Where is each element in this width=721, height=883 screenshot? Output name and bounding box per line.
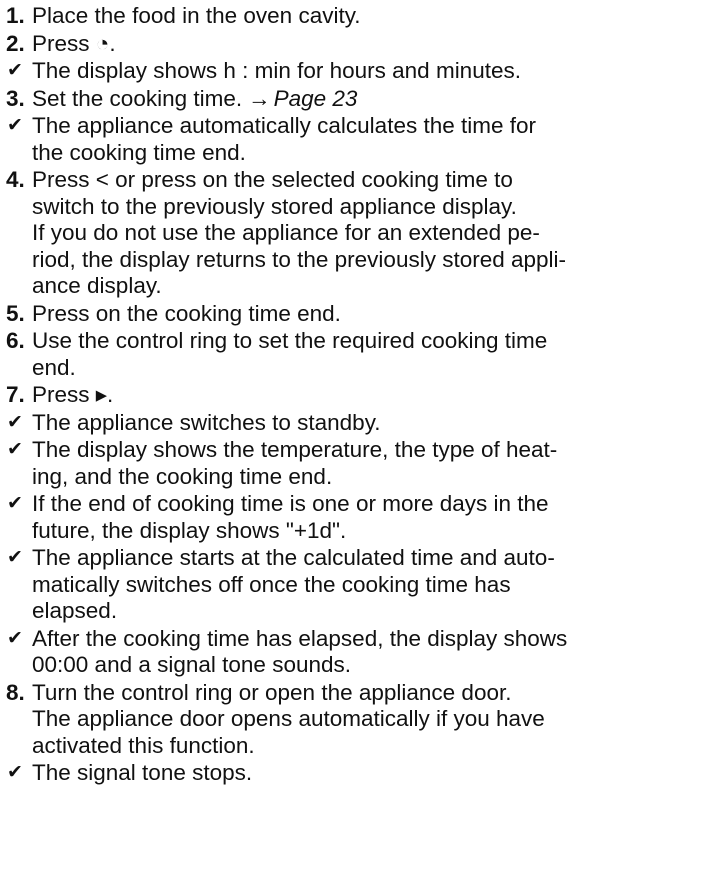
line-text: Press ◔.	[32, 30, 116, 56]
check-icon: ✔	[7, 762, 23, 783]
step-item: 1. Place the food in the oven cavity.	[6, 3, 721, 30]
step-text-line: the cooking time end.	[32, 140, 721, 167]
step-number: 1.	[6, 3, 25, 28]
step-text-line: end.	[32, 355, 721, 382]
line-text: end.	[32, 354, 76, 380]
step-item: 5. Press on the cooking time end.	[6, 301, 721, 328]
line-text: future, the display shows "+1d".	[32, 517, 347, 543]
step-number: 4.	[6, 167, 25, 192]
line-text: ance display.	[32, 273, 162, 298]
line-text: ing, and the cooking time end.	[32, 463, 333, 489]
step-number: 8.	[6, 679, 25, 705]
step-item: 8. Turn the control ring or open the appl…	[6, 680, 721, 760]
line-text: The appliance starts at the calculated t…	[32, 545, 555, 570]
line-text: the cooking time end.	[32, 139, 246, 165]
result-item: ✔ The signal tone stops.	[6, 760, 721, 787]
step-text-line: The display shows the temperature, the t…	[32, 437, 721, 464]
step-text-line: ing, and the cooking time end.	[32, 464, 721, 491]
step-number: 6.	[6, 328, 25, 353]
step-text-line: Press on the cooking time end.	[32, 301, 721, 328]
line-text: The signal tone stops.	[32, 760, 253, 785]
line-text: If the end of cooking time is one or mor…	[32, 491, 549, 516]
step-text-line: 00:00 and a signal tone sounds.	[32, 652, 721, 679]
line-text: Press on the cooking time end.	[32, 300, 341, 326]
line-text: Press ▸.	[32, 382, 114, 407]
step-text-line: switch to the previously stored applianc…	[32, 194, 721, 221]
page-reference-link[interactable]: Page 23	[274, 86, 358, 111]
check-icon: ✔	[7, 547, 23, 568]
step-text-line: Press ▸.	[32, 382, 721, 409]
step-number: 3.	[6, 85, 25, 111]
line-text: riod, the display returns to the previou…	[32, 246, 567, 272]
step-text-line: Set the cooking time. → Page 23	[32, 86, 721, 113]
step-text-line: The appliance switches to standby.	[32, 410, 721, 437]
step-item: 7. Press ▸.	[6, 382, 721, 409]
line-text: Set the cooking time.	[32, 85, 243, 111]
line-text: The display shows h : min for hours and …	[32, 58, 521, 83]
check-icon: ✔	[7, 411, 23, 433]
step-text-line: If you do not use the appliance for an e…	[32, 220, 721, 247]
line-text: Place the food in the oven cavity.	[32, 3, 361, 28]
line-text: 00:00 and a signal tone sounds.	[32, 652, 351, 677]
step-text-line: elapsed.	[32, 598, 721, 625]
line-text: After the cooking time has elapsed, the …	[32, 625, 568, 651]
step-text-line: Press ◔.	[32, 31, 721, 58]
line-text: The display shows the temperature, the t…	[32, 437, 558, 462]
result-item: ✔ The display shows the temperature, the …	[6, 437, 721, 490]
step-text-line: future, the display shows "+1d".	[32, 518, 721, 545]
instruction-list: 1. Place the food in the oven cavity. 2. Pr…	[0, 0, 721, 787]
line-text: Press < or press on the selected cooking…	[32, 167, 513, 192]
check-icon: ✔	[7, 60, 23, 81]
step-text-line: Press < or press on the selected cooking…	[32, 167, 721, 194]
step-text-line: matically switches off once the cooking …	[32, 572, 721, 599]
line-text: The appliance automatically calculates t…	[32, 113, 537, 138]
step-text-line: ance display.	[32, 273, 721, 300]
step-number: 7.	[6, 382, 25, 407]
line-text: elapsed.	[32, 598, 118, 623]
step-item: 2. Press ◔.	[6, 31, 721, 58]
step-text-line: The display shows h : min for hours and …	[32, 58, 721, 85]
line-text: The appliance door opens automatically i…	[32, 706, 545, 731]
step-text-line: If the end of cooking time is one or mor…	[32, 491, 721, 518]
step-number: 2.	[6, 30, 25, 56]
step-text-line: The appliance door opens automatically i…	[32, 706, 721, 733]
check-icon: ✔	[7, 439, 23, 460]
step-text-line: The appliance starts at the calculated t…	[32, 545, 721, 572]
step-text-line: Use the control ring to set the required…	[32, 328, 721, 355]
step-text-line: riod, the display returns to the previou…	[32, 247, 721, 274]
step-text-line: The appliance automatically calculates t…	[32, 113, 721, 140]
step-item: 6. Use the control ring to set the requir…	[6, 328, 721, 381]
step-text-line: The signal tone stops.	[32, 760, 721, 787]
check-icon: ✔	[7, 115, 23, 136]
result-item: ✔ After the cooking time has elapsed, the…	[6, 626, 721, 679]
line-text: If you do not use the appliance for an e…	[32, 220, 540, 245]
line-text: activated this function.	[32, 732, 255, 758]
step-text-line: activated this function.	[32, 733, 721, 760]
step-text-line: Place the food in the oven cavity.	[32, 3, 721, 30]
step-item: 3. Set the cooking time. → Page 23	[6, 86, 721, 113]
line-text: Turn the control ring or open the applia…	[32, 679, 512, 705]
check-icon: ✔	[7, 493, 23, 514]
step-text-line: After the cooking time has elapsed, the …	[32, 626, 721, 653]
line-text: Use the control ring to set the required…	[32, 328, 548, 353]
result-item: ✔ The display shows h : min for hours and…	[6, 58, 721, 85]
result-item: ✔ The appliance switches to standby.	[6, 410, 721, 437]
step-item: 4. Press < or press on the selected cooki…	[6, 167, 721, 300]
result-item: ✔ If the end of cooking time is one or mo…	[6, 491, 721, 544]
step-text-line: Turn the control ring or open the applia…	[32, 680, 721, 707]
line-text: The appliance switches to standby.	[32, 409, 381, 435]
check-icon: ✔	[7, 627, 23, 649]
line-text: switch to the previously stored applianc…	[32, 193, 517, 219]
result-item: ✔ The appliance starts at the calculated …	[6, 545, 721, 625]
result-item: ✔ The appliance automatically calculates …	[6, 113, 721, 166]
line-text: matically switches off once the cooking …	[32, 571, 511, 597]
reference-arrow-icon: →	[248, 85, 271, 111]
step-number: 5.	[6, 300, 25, 326]
